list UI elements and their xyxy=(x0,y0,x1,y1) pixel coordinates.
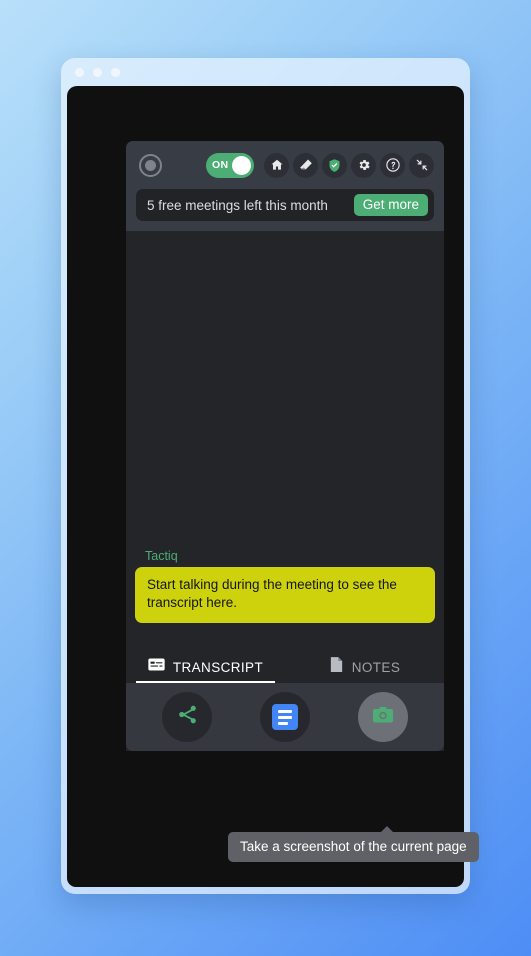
settings-button[interactable] xyxy=(351,152,376,178)
screenshot-tooltip: Take a screenshot of the current page xyxy=(228,826,479,862)
record-circle-icon xyxy=(145,159,156,171)
recording-toggle-label: ON xyxy=(212,159,229,171)
collapse-arrows-icon xyxy=(415,158,429,172)
home-button[interactable] xyxy=(264,152,289,178)
action-bar xyxy=(126,683,444,751)
empty-transcript-callout: Start talking during the meeting to see … xyxy=(135,567,435,623)
tooltip-arrow xyxy=(380,826,394,833)
share-icon xyxy=(176,703,199,731)
get-more-button[interactable]: Get more xyxy=(353,194,428,216)
share-button[interactable] xyxy=(162,692,212,742)
gear-icon xyxy=(357,158,371,172)
browser-titlebar xyxy=(61,58,470,86)
docs-line-2 xyxy=(278,715,292,719)
docs-line-1 xyxy=(278,709,292,713)
notes-page-icon xyxy=(329,656,344,678)
screenshot-button[interactable] xyxy=(358,692,408,742)
help-button[interactable] xyxy=(380,152,405,178)
recording-toggle[interactable]: ON xyxy=(206,152,254,178)
panel-header-row: ON xyxy=(136,150,434,180)
tab-notes[interactable]: NOTES xyxy=(285,651,444,683)
speaker-label: Tactiq xyxy=(145,549,178,563)
tab-transcript[interactable]: TRANSCRIPT xyxy=(126,651,285,683)
tab-notes-label: NOTES xyxy=(351,659,401,675)
browser-window: ON 5 free meetings left this month Get m… xyxy=(61,58,470,894)
minimize-window-dot[interactable] xyxy=(93,67,102,77)
quota-bar: 5 free meetings left this month Get more xyxy=(136,189,434,221)
clear-button[interactable] xyxy=(293,152,318,178)
docs-line-3 xyxy=(278,721,288,725)
record-button[interactable] xyxy=(139,153,162,177)
transcript-icon xyxy=(148,658,165,676)
transcript-area: Tactiq Start talking during the meeting … xyxy=(126,231,444,651)
page-viewport: ON 5 free meetings left this month Get m… xyxy=(67,86,464,887)
minimize-panel-button[interactable] xyxy=(409,152,434,178)
privacy-button[interactable] xyxy=(322,152,347,178)
camera-icon xyxy=(371,703,395,732)
google-docs-button[interactable] xyxy=(260,692,310,742)
maximize-window-dot[interactable] xyxy=(111,67,120,77)
tab-transcript-label: TRANSCRIPT xyxy=(172,659,264,675)
quota-text: 5 free meetings left this month xyxy=(147,197,328,213)
help-circle-icon xyxy=(385,157,401,173)
close-window-dot[interactable] xyxy=(75,67,84,77)
recording-toggle-knob xyxy=(232,155,251,175)
panel-tabs: TRANSCRIPT NOTES xyxy=(126,651,444,683)
screenshot-tooltip-text: Take a screenshot of the current page xyxy=(240,839,467,854)
panel-header: ON 5 free meetings left this month Get m… xyxy=(126,141,444,231)
eraser-icon xyxy=(299,158,313,172)
home-icon xyxy=(270,158,284,172)
google-docs-icon xyxy=(272,704,298,730)
tactiq-panel: ON 5 free meetings left this month Get m… xyxy=(126,141,444,751)
shield-check-icon xyxy=(327,158,342,173)
